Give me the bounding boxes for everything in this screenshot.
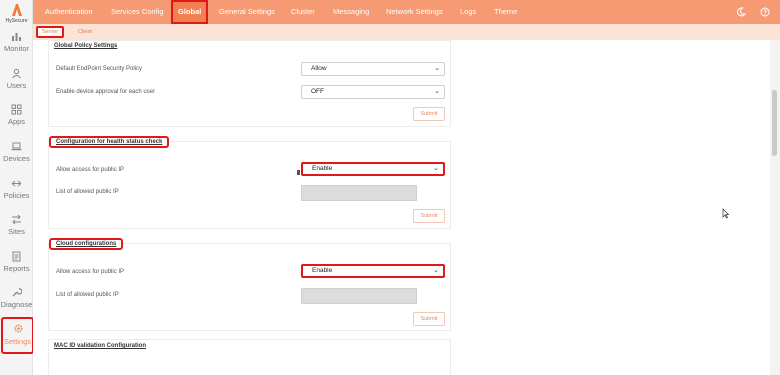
subtab-client[interactable]: Client — [78, 26, 92, 38]
health-ip-label: List of allowed public IP — [56, 189, 119, 195]
tab-services-config[interactable]: Services Config — [111, 0, 164, 24]
health-ip-input[interactable] — [301, 185, 417, 201]
sidebar-item-reports[interactable]: Reports — [0, 249, 33, 283]
sidebar-item-label: Devices — [3, 154, 30, 163]
sidebar-item-label: Monitor — [3, 44, 29, 53]
device-approval-label: Enable device approval for each user — [56, 89, 156, 95]
health-check-submit-button[interactable]: Submit — [413, 209, 445, 223]
cloud-access-select[interactable]: Enable ⌄ — [301, 264, 445, 278]
sidebar-item-sites[interactable]: Sites — [0, 212, 33, 246]
sidebar-item-settings[interactable]: Settings — [1, 317, 34, 354]
logo[interactable]: HySecure — [0, 0, 33, 30]
cloud-ip-input[interactable] — [301, 288, 417, 304]
tab-logs[interactable]: Logs — [460, 0, 476, 24]
tab-messaging[interactable]: Messaging — [333, 0, 369, 24]
global-policy-submit-button[interactable]: Submit — [413, 107, 445, 121]
health-access-select[interactable]: Enable ⌄ — [301, 162, 445, 176]
select-value: Allow — [311, 65, 327, 72]
apps-grid-icon — [11, 104, 22, 115]
tab-cluster[interactable]: Cluster — [291, 0, 315, 24]
logo-text: HySecure — [5, 18, 28, 24]
mac-title: MAC ID validation Configuration — [54, 343, 146, 349]
arrows-icon — [11, 180, 22, 187]
sidebar-item-diagnose[interactable]: Diagnose — [0, 285, 33, 319]
cloud-title: Cloud configurations — [49, 238, 124, 250]
chevron-down-icon: ⌄ — [434, 65, 440, 72]
global-policy-title: Global Policy Settings — [54, 43, 118, 49]
cloud-submit-button[interactable]: Submit — [413, 312, 445, 326]
sub-nav: Server Client — [33, 24, 780, 40]
cloud-panel — [48, 243, 451, 331]
tab-general-settings[interactable]: General Settings — [219, 0, 275, 24]
top-nav: Authentication Services Config Global Ge… — [33, 0, 780, 24]
sidebar-item-label: Reports — [3, 264, 30, 273]
select-value: Enable — [312, 165, 333, 172]
health-check-title: Configuration for health status check — [49, 136, 170, 148]
user-icon — [12, 68, 21, 79]
help-icon[interactable] — [760, 7, 770, 17]
cloud-access-label: Allow access for public IP — [56, 269, 125, 275]
sidebar-item-label: Settings — [3, 337, 32, 346]
sidebar-item-label: Sites — [8, 227, 25, 236]
laptop-icon — [11, 142, 22, 151]
sidebar-item-monitor[interactable]: Monitor — [0, 29, 33, 63]
tab-theme[interactable]: Theme — [494, 0, 517, 24]
sidebar-item-label: Apps — [7, 117, 26, 126]
document-icon — [12, 251, 21, 262]
shuffle-icon — [12, 214, 21, 225]
sidebar-item-apps[interactable]: Apps — [0, 102, 33, 136]
dark-mode-icon[interactable] — [736, 7, 746, 17]
sidebar-item-devices[interactable]: Devices — [0, 139, 33, 173]
subtab-server[interactable]: Server — [36, 26, 65, 38]
text-cursor — [297, 170, 300, 175]
default-endpoint-label: Default EndPoint Security Policy — [56, 66, 143, 72]
hysecure-logo-icon — [12, 4, 22, 16]
mouse-pointer-icon — [722, 208, 730, 219]
wrench-icon — [12, 288, 22, 297]
sidebar-item-label: Diagnose — [0, 300, 33, 309]
chevron-down-icon: ⌄ — [434, 88, 440, 95]
select-value: OFF — [311, 88, 324, 95]
health-access-label: Allow access for public IP — [56, 167, 125, 173]
sidebar: HySecure Monitor Users Apps Devices Poli… — [0, 0, 34, 375]
select-value: Enable — [312, 267, 333, 274]
sidebar-item-policies[interactable]: Policies — [0, 176, 33, 210]
cloud-ip-label: List of allowed public IP — [56, 292, 119, 298]
sidebar-item-label: Policies — [3, 191, 30, 200]
chevron-down-icon: ⌄ — [433, 165, 439, 172]
scrollbar-thumb[interactable] — [772, 90, 777, 156]
tab-authentication[interactable]: Authentication — [45, 0, 93, 24]
gear-icon — [14, 324, 23, 333]
sidebar-item-label: Users — [6, 81, 27, 90]
chevron-down-icon: ⌄ — [433, 267, 439, 274]
default-endpoint-select[interactable]: Allow ⌄ — [301, 62, 445, 76]
sidebar-item-users[interactable]: Users — [0, 66, 33, 100]
device-approval-select[interactable]: OFF ⌄ — [301, 85, 445, 99]
tab-network-settings[interactable]: Network Settings — [386, 0, 443, 24]
bar-chart-icon — [12, 33, 21, 41]
global-policy-panel — [48, 40, 451, 127]
tab-global[interactable]: Global — [171, 0, 209, 24]
